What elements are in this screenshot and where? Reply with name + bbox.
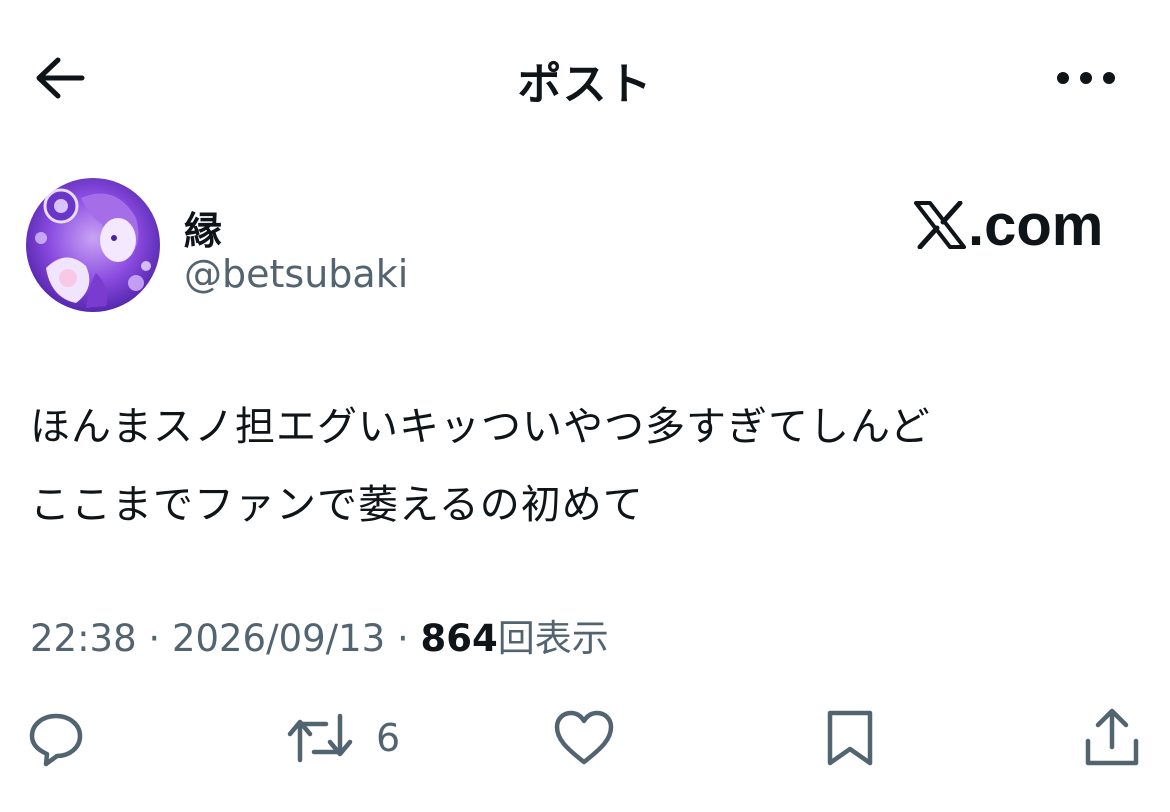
reply-button[interactable]	[26, 700, 86, 776]
meta-separator: ·	[396, 617, 409, 660]
views-label: 回表示	[497, 617, 609, 660]
repost-icon	[287, 713, 353, 763]
repost-count: 6	[376, 716, 401, 760]
views-count[interactable]: 864	[421, 617, 498, 660]
author-handle[interactable]: @betsubaki	[184, 252, 408, 296]
post-meta: 22:38 · 2026/09/13 · 864回表示	[30, 608, 609, 662]
author-row: 縁 @betsubaki .com	[26, 178, 1146, 318]
repost-button[interactable]: 6	[284, 700, 400, 776]
share-icon	[1085, 708, 1139, 766]
post-text: ほんまスノ担エグいキッついやつ多すぎてしんど ここまでファンで萎えるの初めて	[30, 388, 1140, 544]
avatar[interactable]	[26, 178, 160, 312]
watermark-text: .com	[968, 192, 1104, 258]
avatar-image	[26, 178, 160, 312]
bookmark-icon	[827, 710, 873, 766]
bookmark-button[interactable]	[822, 700, 878, 776]
post-date[interactable]: 2026/09/13	[172, 617, 385, 660]
more-options-button[interactable]	[1054, 52, 1118, 104]
like-button[interactable]	[552, 700, 616, 776]
x-logo-icon	[914, 201, 966, 249]
meta-separator: ·	[148, 617, 161, 660]
x-com-watermark: .com	[914, 190, 1103, 260]
action-bar: 6	[0, 700, 1170, 780]
ellipsis-horizontal-icon	[1057, 72, 1115, 84]
heart-icon	[554, 710, 614, 765]
post-time[interactable]: 22:38	[30, 617, 137, 660]
post-text-line: ここまでファンで萎えるの初めて	[30, 482, 644, 528]
reply-icon	[29, 713, 83, 767]
page-title: ポスト	[517, 59, 653, 110]
share-button[interactable]	[1082, 700, 1142, 776]
top-bar: ポスト	[0, 0, 1170, 150]
author-display-name[interactable]: 縁	[184, 200, 222, 255]
post-text-line: ほんまスノ担エグいキッついやつ多すぎてしんど	[30, 404, 931, 450]
